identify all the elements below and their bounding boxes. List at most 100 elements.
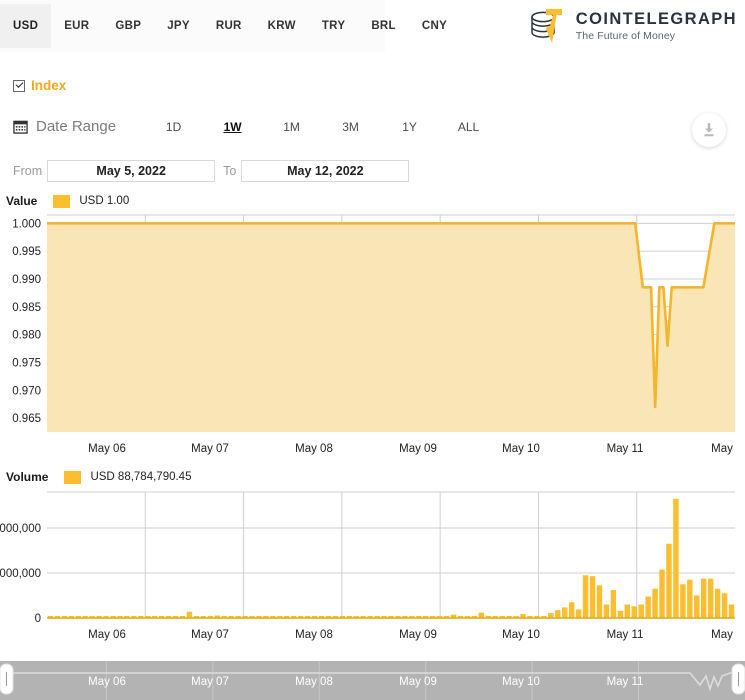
volume-bar: [583, 575, 588, 618]
volume-bar: [652, 589, 657, 618]
volume-bar: [680, 584, 685, 618]
date-range-row: Date Range 1D1W1M3M1YALL: [13, 118, 498, 135]
currency-tab-jpy[interactable]: JPY: [154, 4, 203, 49]
value-ytick-label: 0.995: [12, 246, 41, 258]
volume-xtick-label: May 06: [88, 629, 126, 641]
volume-bar: [618, 611, 623, 618]
navigator-label: May 08: [295, 676, 333, 688]
range-option-1d[interactable]: 1D: [144, 120, 203, 134]
range-option-1w[interactable]: 1W: [203, 120, 262, 134]
volume-bar: [687, 580, 692, 618]
calendar-icon: [13, 119, 28, 134]
currency-tab-krw[interactable]: KRW: [255, 4, 309, 49]
volume-bar: [187, 612, 192, 618]
download-button[interactable]: [692, 113, 726, 147]
date-inputs-row: From May 5, 2022 To May 12, 2022: [13, 160, 417, 182]
volume-bar: [729, 605, 734, 619]
volume-bar: [715, 589, 720, 618]
currency-tab-try[interactable]: TRY: [309, 4, 358, 49]
navigator-handle-right[interactable]: [732, 664, 745, 694]
volume-bar: [659, 570, 664, 618]
index-toggle-row[interactable]: Index: [13, 78, 66, 93]
range-navigator[interactable]: May 06 May 07 May 08 May 09 May 10 May 11: [0, 655, 745, 700]
value-ytick-label: 0.970: [12, 385, 41, 397]
volume-series-legend: Volume USD 88,784,790.45: [6, 470, 191, 484]
value-xtick-label: May 09: [399, 443, 437, 455]
navigator-label: May 10: [502, 676, 540, 688]
volume-bar: [597, 585, 602, 618]
currency-tab-gbp[interactable]: GBP: [102, 4, 154, 49]
volume-ytick-label: 200,000,000: [0, 568, 41, 580]
value-ytick-label: 0.990: [12, 274, 41, 286]
volume-bar: [673, 499, 678, 618]
navigator-label: May 11: [607, 676, 644, 688]
value-xtick-label: May 08: [295, 443, 333, 455]
volume-bar: [645, 597, 650, 618]
navigator-label: May 07: [191, 676, 229, 688]
to-date-input[interactable]: May 12, 2022: [241, 160, 409, 182]
value-ytick-label: 0.980: [12, 330, 41, 342]
currency-tab-bar: USDEURGBPJPYRURKRWTRYBRLCNY: [0, 0, 385, 52]
date-range-options: 1D1W1M3M1YALL: [144, 120, 498, 134]
currency-tab-usd[interactable]: USD: [0, 4, 51, 49]
range-option-all[interactable]: ALL: [439, 120, 498, 134]
logo-wordmark: COINTELEGRAPH: [576, 10, 737, 28]
volume-legend-value: USD 88,784,790.45: [90, 471, 191, 483]
value-xtick-label: May 10: [502, 443, 540, 455]
value-area-chart[interactable]: 1.000 0.995 0.990 0.985 0.980 0.975 0.970 0.965…: [0, 206, 745, 470]
volume-bar-chart[interactable]: 0200,000,000400,000,000May 06May 07May 0…: [0, 484, 745, 652]
volume-xtick-label: May 09: [399, 629, 437, 641]
volume-legend-title: Volume: [6, 470, 48, 484]
volume-xtick-label: May: [711, 629, 733, 641]
index-checkbox[interactable]: [13, 80, 25, 92]
currency-tab-cny[interactable]: CNY: [409, 4, 460, 49]
value-xtick-label: May 06: [88, 443, 126, 455]
value-ytick-label: 1.000: [12, 218, 41, 230]
volume-bar: [479, 613, 484, 618]
volume-bar: [632, 606, 637, 618]
volume-bar: [694, 596, 699, 619]
cointelegraph-logo: COINTELEGRAPH The Future of Money: [526, 6, 737, 46]
volume-bar: [604, 605, 609, 619]
volume-bar: [555, 610, 560, 618]
navigator-handle-left[interactable]: [0, 664, 13, 694]
volume-bar: [590, 576, 595, 618]
value-ytick-label: 0.975: [12, 357, 41, 369]
value-xtick-label: May 11: [607, 443, 644, 455]
value-ytick-label: 0.985: [12, 302, 41, 314]
volume-bar: [708, 579, 713, 618]
volume-bar: [548, 613, 553, 618]
logo-tagline: The Future of Money: [576, 30, 737, 42]
volume-bar: [562, 607, 567, 618]
value-xtick-label: May 07: [191, 443, 229, 455]
volume-xtick-label: May 07: [191, 629, 229, 641]
volume-bar: [611, 590, 616, 618]
volume-ytick-label: 0: [35, 613, 41, 625]
volume-bar: [666, 544, 671, 618]
range-option-1y[interactable]: 1Y: [380, 120, 439, 134]
volume-xtick-label: May 10: [502, 629, 540, 641]
from-label: From: [13, 164, 42, 178]
to-label: To: [223, 164, 236, 178]
volume-xtick-label: May 08: [295, 629, 333, 641]
coin-stack-lightning-icon: [526, 6, 566, 46]
currency-tab-brl[interactable]: BRL: [358, 4, 409, 49]
navigator-label: May 06: [88, 676, 126, 688]
navigator-label: May 09: [399, 676, 437, 688]
currency-tab-rur[interactable]: RUR: [203, 4, 255, 49]
volume-bar: [638, 605, 643, 619]
index-label: Index: [31, 78, 66, 93]
volume-xtick-label: May 11: [607, 629, 644, 641]
volume-bar: [576, 609, 581, 618]
value-ytick-label: 0.965: [12, 413, 41, 425]
range-option-3m[interactable]: 3M: [321, 120, 380, 134]
volume-legend-swatch: [64, 471, 81, 484]
volume-bar: [701, 579, 706, 618]
from-date-input[interactable]: May 5, 2022: [47, 160, 215, 182]
value-xtick-label: May: [711, 443, 733, 455]
currency-tab-eur[interactable]: EUR: [51, 4, 102, 49]
volume-bar: [569, 602, 574, 618]
volume-bar: [722, 593, 727, 618]
crypto-index-chart-page: USDEURGBPJPYRURKRWTRYBRLCNY COINTELEGRAP…: [0, 0, 745, 700]
range-option-1m[interactable]: 1M: [262, 120, 321, 134]
